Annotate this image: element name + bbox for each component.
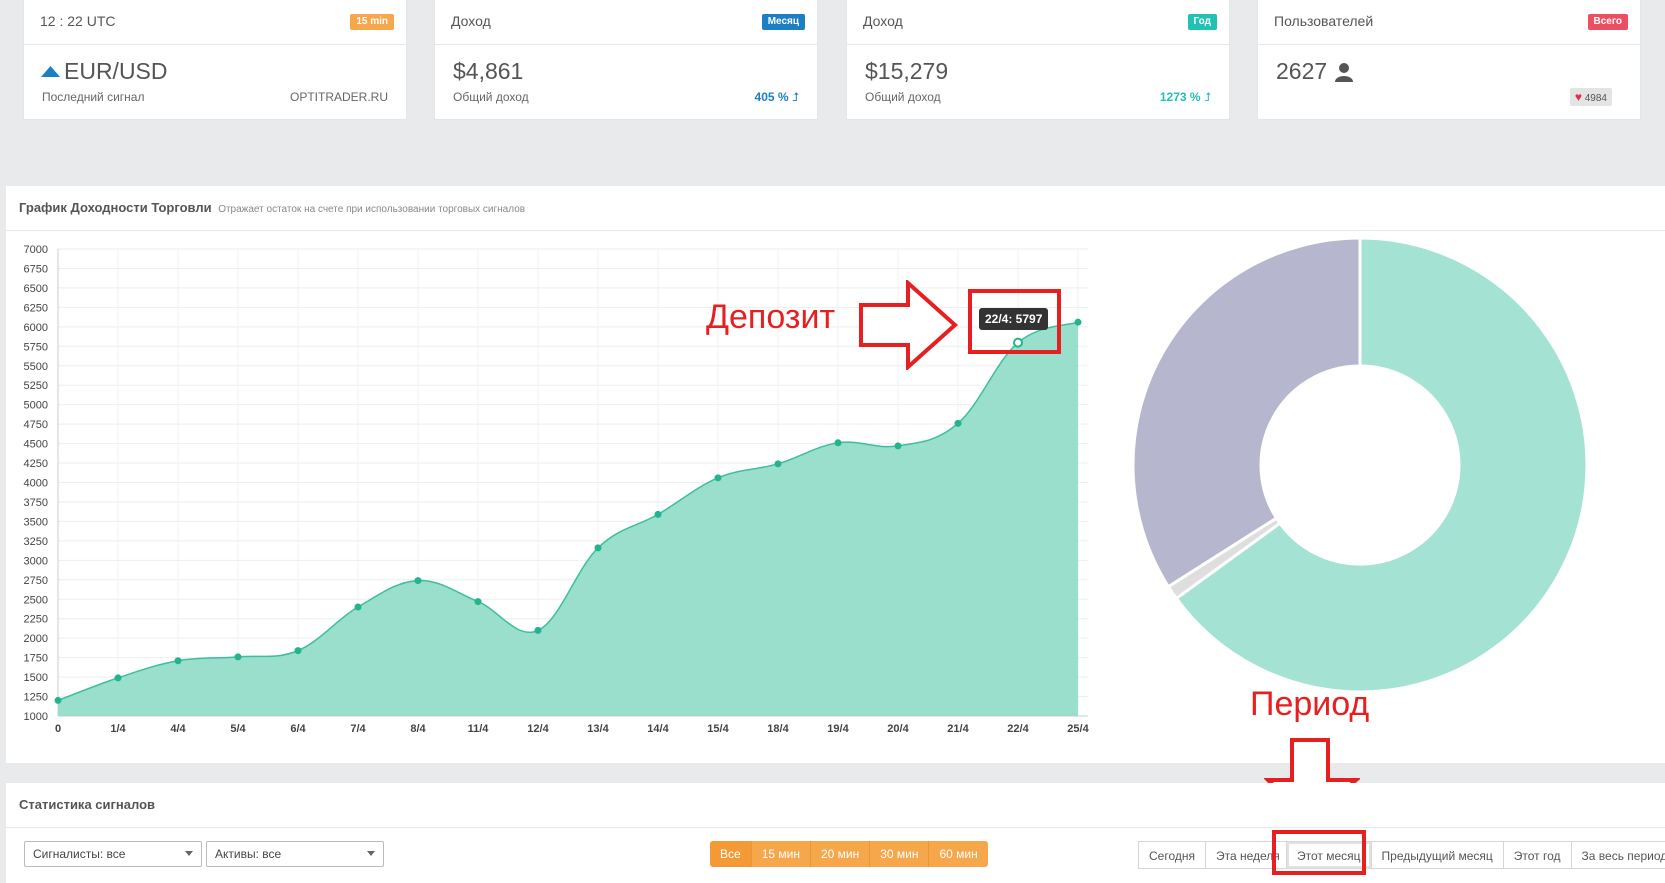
x-tick-label: 1/4: [110, 723, 126, 735]
x-tick-label: 25/4: [1067, 723, 1089, 735]
data-point: [474, 598, 482, 606]
timeframe-15-button[interactable]: 15 мин: [752, 841, 811, 867]
y-tick-label: 6750: [24, 263, 48, 275]
period-today-button[interactable]: Сегодня: [1139, 842, 1206, 868]
data-point: [534, 626, 542, 634]
y-tick-label: 1000: [24, 711, 48, 723]
data-point: [654, 510, 662, 518]
y-tick-label: 3750: [24, 497, 48, 509]
period-year-button[interactable]: Этот год: [1504, 842, 1572, 868]
tooltip-highlight-box: [968, 289, 1061, 354]
timeframe-20-button[interactable]: 20 мин: [811, 841, 871, 867]
y-tick-label: 6500: [24, 283, 48, 295]
x-tick-label: 4/4: [170, 723, 186, 735]
y-tick-label: 2000: [24, 633, 48, 645]
series-area: [58, 322, 1078, 716]
panel-header: Статистика сигналов: [6, 783, 1665, 828]
x-tick-label: 0: [55, 723, 61, 735]
data-point: [714, 474, 722, 482]
period-all-button[interactable]: За весь период: [1572, 842, 1665, 868]
data-point: [234, 653, 242, 661]
assets-select-value: Активы: все: [215, 847, 282, 861]
data-point: [894, 442, 902, 450]
y-tick-label: 5000: [24, 400, 48, 412]
assets-select[interactable]: Активы: все: [206, 841, 384, 867]
x-tick-label: 11/4: [468, 723, 490, 735]
period-highlight-box: [1272, 830, 1366, 875]
y-tick-label: 4750: [24, 419, 48, 431]
period-filter: Сегодня Эта неделя Этот месяц Предыдущий…: [1138, 841, 1665, 869]
x-tick-label: 18/4: [767, 723, 789, 735]
x-tick-label: 14/4: [647, 723, 669, 735]
y-tick-label: 1750: [24, 653, 48, 665]
donut-slice: [1131, 236, 1362, 589]
data-point: [114, 674, 122, 682]
x-tick-label: 15/4: [707, 723, 729, 735]
x-tick-label: 13/4: [587, 723, 609, 735]
area-chart: 1000 1250 1500 1750 2000 2250 2500 2750 3000 3250…: [24, 236, 1589, 735]
x-tick-label: 5/4: [230, 723, 246, 735]
chevron-down-icon: [185, 851, 193, 856]
signalers-select-value: Сигналисты: все: [33, 847, 126, 861]
x-tick-label: 7/4: [350, 723, 366, 735]
y-tick-label: 4000: [24, 478, 48, 490]
timeframe-all-button[interactable]: Все: [710, 841, 752, 867]
data-point: [174, 657, 182, 665]
y-tick-label: 5500: [24, 361, 48, 373]
y-tick-label: 5750: [24, 341, 48, 353]
y-tick-label: 1250: [24, 692, 48, 704]
timeframe-filter: Все 15 мин 20 мин 30 мин 60 мин: [710, 841, 988, 867]
x-tick-label: 21/4: [947, 723, 969, 735]
y-tick-label: 3000: [24, 555, 48, 567]
y-tick-label: 2250: [24, 614, 48, 626]
data-point: [54, 696, 62, 704]
y-tick-label: 6000: [24, 322, 48, 334]
period-prev-month-button[interactable]: Предыдущий месяц: [1372, 842, 1504, 868]
data-point: [354, 603, 362, 611]
stats-title: Статистика сигналов: [19, 797, 156, 812]
y-tick-label: 3250: [24, 536, 48, 548]
y-tick-label: 5250: [24, 380, 48, 392]
data-point: [294, 647, 302, 655]
signalers-select[interactable]: Сигналисты: все: [24, 841, 202, 867]
y-tick-label: 4500: [24, 439, 48, 451]
data-point: [954, 419, 962, 427]
timeframe-60-button[interactable]: 60 мин: [929, 841, 987, 867]
data-point: [414, 577, 422, 585]
data-point: [594, 544, 602, 552]
y-tick-label: 7000: [24, 244, 48, 256]
annotation-period: Период: [1250, 685, 1370, 723]
annotation-deposit: Депозит: [706, 298, 836, 336]
x-tick-label: 19/4: [827, 723, 849, 735]
y-tick-label: 4250: [24, 458, 48, 470]
timeframe-30-button[interactable]: 30 мин: [870, 841, 930, 867]
y-tick-label: 3500: [24, 516, 48, 528]
data-point: [1074, 318, 1082, 326]
annotation-right-arrow: [859, 280, 959, 370]
x-tick-label: 8/4: [410, 723, 426, 735]
y-tick-label: 6250: [24, 302, 48, 314]
data-point: [774, 460, 782, 468]
x-tick-label: 12/4: [527, 723, 549, 735]
x-tick-label: 22/4: [1007, 723, 1029, 735]
y-tick-label: 1500: [24, 672, 48, 684]
x-tick-label: 20/4: [887, 723, 909, 735]
chevron-down-icon: [367, 851, 375, 856]
x-tick-label: 6/4: [290, 723, 306, 735]
y-tick-label: 2750: [24, 575, 48, 587]
y-tick-label: 2500: [24, 594, 48, 606]
data-point: [834, 439, 842, 447]
